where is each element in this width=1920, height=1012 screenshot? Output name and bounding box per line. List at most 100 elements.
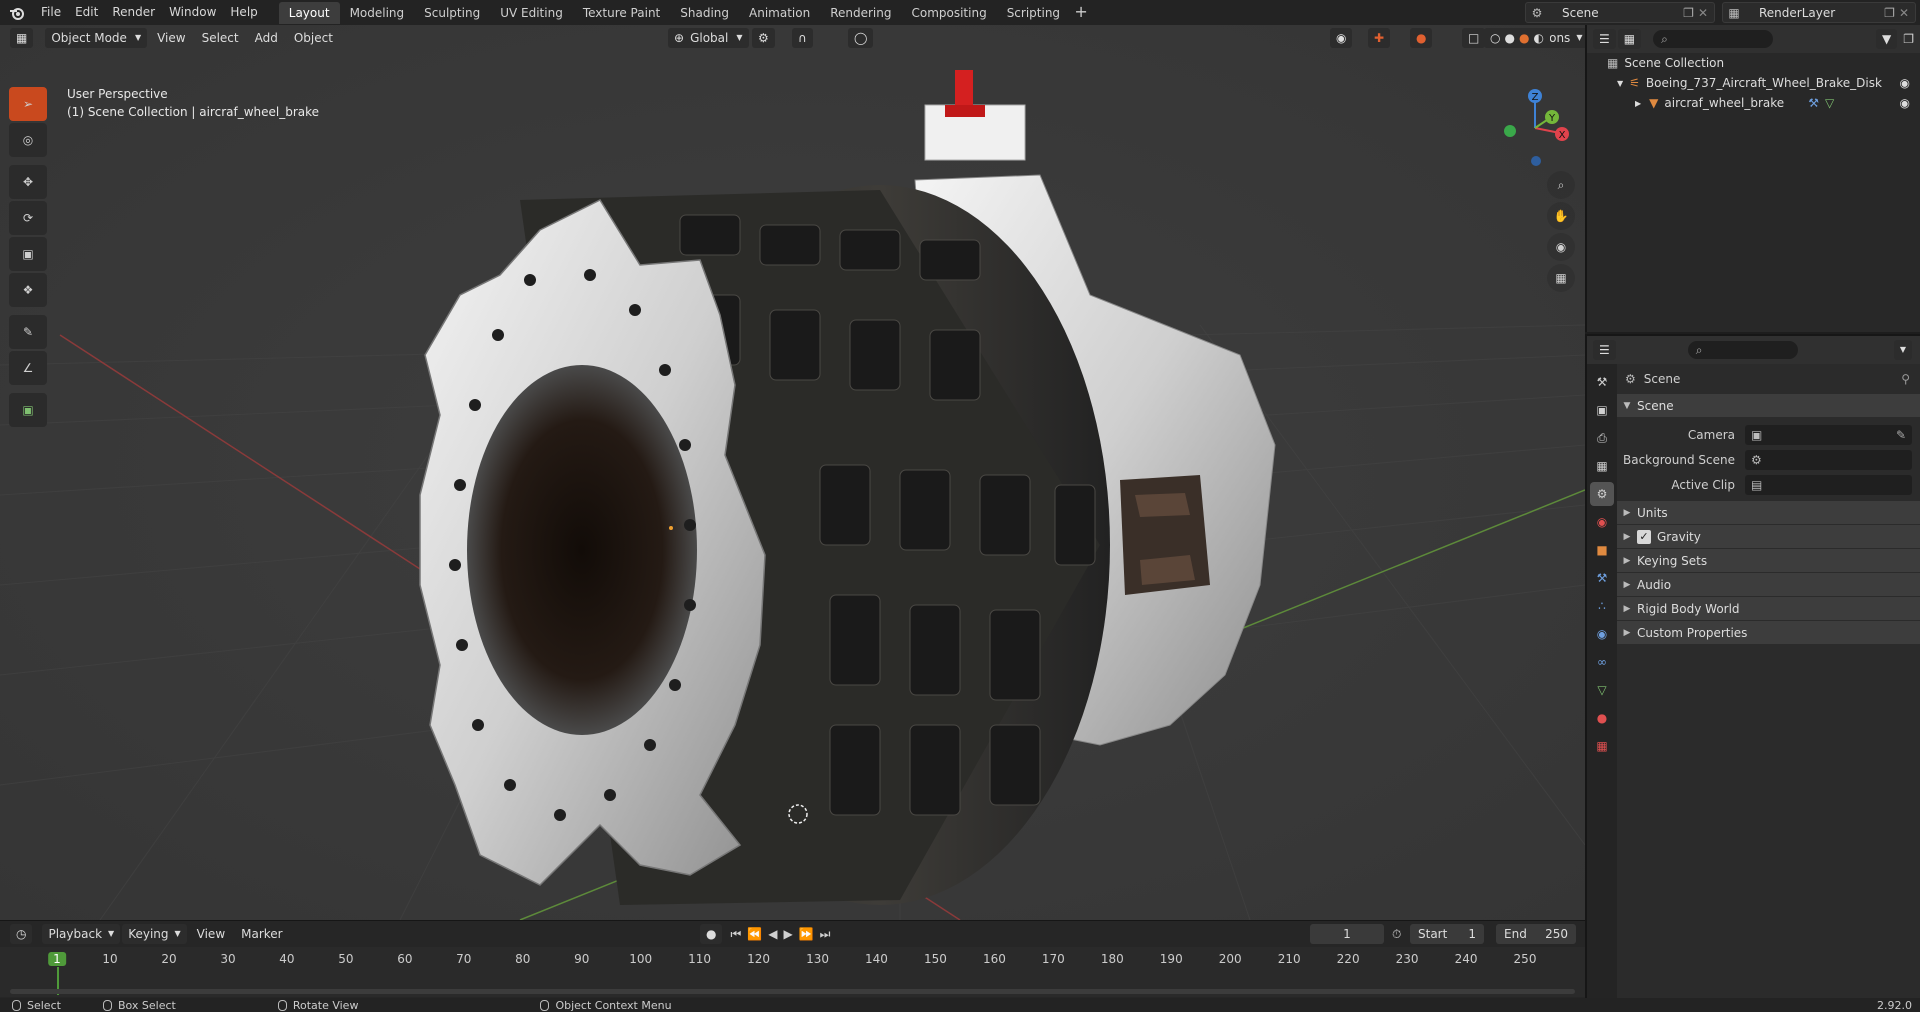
- rendered-shading-icon[interactable]: ◐: [1533, 28, 1543, 48]
- tab-material[interactable]: ●: [1590, 706, 1614, 730]
- current-frame-field[interactable]: 1: [1310, 924, 1384, 944]
- material-shading-icon[interactable]: ●: [1519, 28, 1529, 48]
- pivot-button[interactable]: ⚙: [752, 28, 775, 48]
- xray-button[interactable]: □: [1462, 28, 1486, 48]
- move-tool[interactable]: ✥: [9, 165, 47, 199]
- timeline-menu-marker[interactable]: Marker: [233, 927, 290, 941]
- tab-modeling[interactable]: Modeling: [340, 2, 415, 24]
- annotate-tool[interactable]: ✎: [9, 315, 47, 349]
- end-frame-field[interactable]: End 250: [1496, 924, 1576, 944]
- solid-shading-icon[interactable]: ●: [1504, 28, 1514, 48]
- timeline-ruler[interactable]: 1 10 20 30 40 50 60 70 80 90 100 110 120 130 140 150 160…: [0, 947, 1585, 997]
- tab-scene[interactable]: ⚙: [1590, 482, 1614, 506]
- zoom-button[interactable]: ⌕: [1547, 171, 1575, 199]
- tab-rendering[interactable]: Rendering: [820, 2, 901, 24]
- keying-dropdown[interactable]: Keying ▼: [122, 924, 187, 944]
- jump-end-icon[interactable]: ⏭: [820, 927, 831, 942]
- tree-scene-collection[interactable]: ▦ Scene Collection: [1587, 53, 1920, 73]
- tab-scripting[interactable]: Scripting: [997, 2, 1070, 24]
- gravity-section[interactable]: ▶ ✓ Gravity: [1617, 525, 1920, 549]
- units-section[interactable]: ▶ Units: [1617, 501, 1920, 525]
- tab-particles[interactable]: ∴: [1590, 594, 1614, 618]
- snap-button[interactable]: ∩: [792, 28, 813, 48]
- pin-icon[interactable]: ⚲: [1901, 372, 1920, 386]
- tab-view-layer[interactable]: ▦: [1590, 454, 1614, 478]
- ortho-toggle-button[interactable]: ▦: [1547, 264, 1575, 292]
- tab-sculpting[interactable]: Sculpting: [414, 2, 490, 24]
- jump-start-icon[interactable]: ⏮: [730, 927, 741, 942]
- menu-view[interactable]: View: [149, 31, 193, 45]
- background-scene-field[interactable]: ⚙: [1745, 449, 1912, 470]
- eye-icon[interactable]: ◉: [1900, 76, 1920, 90]
- select-box-tool[interactable]: ➢: [9, 87, 47, 121]
- camera-view-button[interactable]: ◉: [1547, 233, 1575, 261]
- properties-editor-type[interactable]: ☰: [1593, 340, 1616, 360]
- pan-button[interactable]: ✋: [1547, 202, 1575, 230]
- scene-section-header[interactable]: ▼ Scene: [1617, 394, 1920, 418]
- tab-modifiers[interactable]: ⚒: [1590, 566, 1614, 590]
- record-button[interactable]: ●: [700, 924, 723, 944]
- tab-shading[interactable]: Shading: [670, 2, 739, 24]
- close-icon[interactable]: ✕: [1698, 6, 1714, 20]
- jump-keyframe-forward-icon[interactable]: ⏩: [799, 927, 814, 941]
- new-collection-icon[interactable]: ❐: [1903, 32, 1914, 46]
- jump-keyframe-back-icon[interactable]: ⏪: [747, 927, 762, 941]
- eyedropper-icon[interactable]: ✎: [1896, 428, 1912, 442]
- tab-world[interactable]: ◉: [1590, 510, 1614, 534]
- blender-logo-icon[interactable]: [0, 0, 34, 25]
- 3d-scene[interactable]: [0, 25, 1585, 920]
- audio-section[interactable]: ▶ Audio: [1617, 573, 1920, 597]
- play-icon[interactable]: ▶: [783, 927, 792, 941]
- tree-object[interactable]: ▶ ▼ aircraf_wheel_brake ⚒ ▽ ◉: [1587, 93, 1920, 113]
- transform-tool[interactable]: ❖: [9, 273, 47, 307]
- overlay-toggle-button[interactable]: ●: [1410, 28, 1433, 48]
- chevron-right-icon[interactable]: ▶: [1635, 99, 1641, 108]
- menu-edit[interactable]: Edit: [68, 0, 105, 25]
- tab-render[interactable]: ▣: [1590, 398, 1614, 422]
- shading-modes[interactable]: ○ ● ● ◐: [1484, 28, 1550, 48]
- proportional-edit-button[interactable]: ◯: [848, 28, 874, 48]
- properties-options-button[interactable]: ▼: [1893, 340, 1912, 360]
- chevron-down-icon[interactable]: ▼: [1617, 79, 1623, 88]
- visibility-button[interactable]: ◉: [1330, 28, 1353, 48]
- tab-layout[interactable]: Layout: [278, 1, 340, 24]
- 3d-viewport[interactable]: ▦ Object Mode ▼ View Select Add Object ⊕ G…: [0, 25, 1585, 920]
- editor-type-button[interactable]: ▦: [10, 28, 34, 48]
- mode-dropdown[interactable]: Object Mode ▼: [45, 28, 148, 48]
- start-frame-field[interactable]: Start 1: [1410, 924, 1484, 944]
- measure-tool[interactable]: ∠: [9, 351, 47, 385]
- timeline-scrollbar[interactable]: [10, 989, 1575, 994]
- play-reverse-icon[interactable]: ◀: [768, 927, 777, 941]
- scene-selector[interactable]: ⚙ Scene ❐ ✕: [1525, 2, 1715, 23]
- tree-collection[interactable]: ▼ ⚟ Boeing_737_Aircraft_Wheel_Brake_Disk…: [1587, 73, 1920, 93]
- menu-select[interactable]: Select: [194, 31, 247, 45]
- gizmo-toggle-button[interactable]: ✚: [1368, 28, 1391, 48]
- menu-window[interactable]: Window: [162, 0, 223, 25]
- close-icon[interactable]: ✕: [1899, 6, 1915, 20]
- navigation-gizmo[interactable]: Z X Y: [1490, 83, 1580, 173]
- add-workspace-button[interactable]: +: [1070, 2, 1092, 24]
- custom-properties-section[interactable]: ▶ Custom Properties: [1617, 621, 1920, 645]
- display-mode-button[interactable]: ▦: [1617, 29, 1642, 49]
- add-cube-tool[interactable]: ▣: [9, 393, 47, 427]
- tab-uv-editing[interactable]: UV Editing: [490, 2, 573, 24]
- tab-animation[interactable]: Animation: [739, 2, 820, 24]
- rotate-tool[interactable]: ⟳: [9, 201, 47, 235]
- menu-file[interactable]: File: [34, 0, 68, 25]
- outliner-search-input[interactable]: ⌕: [1653, 30, 1774, 48]
- filter-button[interactable]: ▼: [1876, 29, 1898, 49]
- timeline-menu-view[interactable]: View: [189, 927, 233, 941]
- copy-icon[interactable]: ❐: [1884, 6, 1899, 20]
- gizmo-neg-y[interactable]: [1504, 125, 1516, 137]
- tab-output[interactable]: ⎙: [1590, 426, 1614, 450]
- tab-texture-paint[interactable]: Texture Paint: [573, 2, 670, 24]
- tab-texture[interactable]: ▦: [1590, 734, 1614, 758]
- outliner-editor-type[interactable]: ☰: [1593, 29, 1616, 49]
- gizmo-neg-z[interactable]: [1531, 156, 1541, 166]
- menu-add[interactable]: Add: [247, 31, 286, 45]
- view-layer-selector[interactable]: ▦ RenderLayer ❐ ✕: [1722, 2, 1916, 23]
- properties-search-input[interactable]: ⌕: [1687, 341, 1798, 359]
- orientation-dropdown[interactable]: ⊕ Global ▼: [668, 28, 749, 48]
- tab-tool[interactable]: ⚒: [1590, 370, 1614, 394]
- gravity-checkbox[interactable]: ✓: [1637, 529, 1651, 544]
